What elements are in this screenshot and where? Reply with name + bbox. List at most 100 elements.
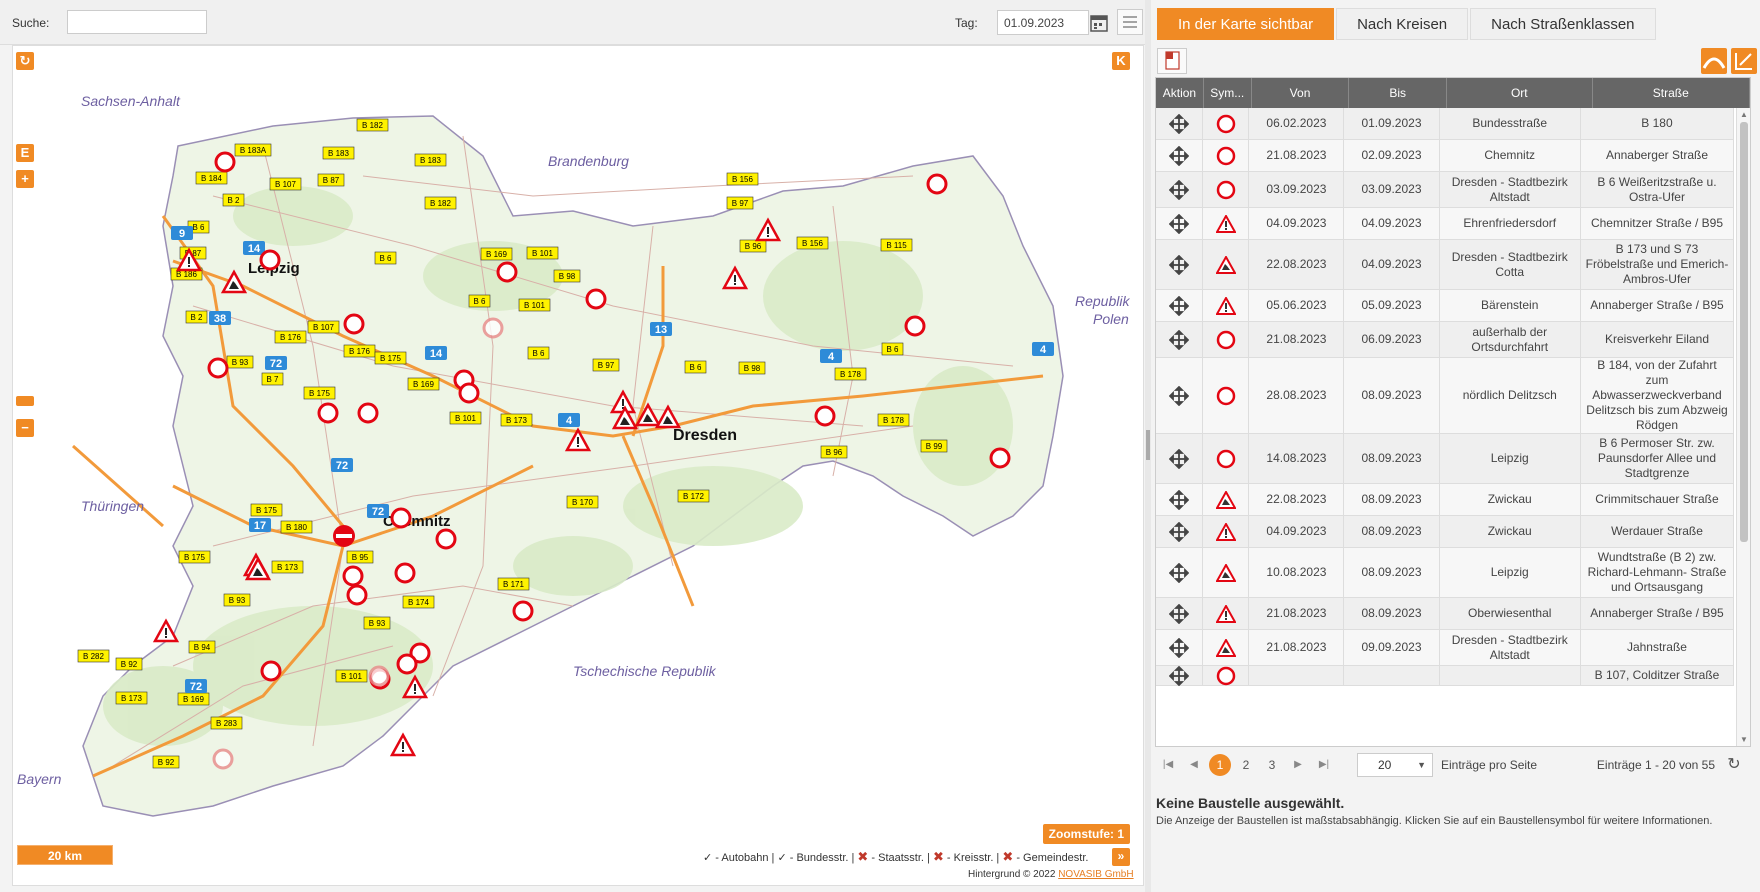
- col-aktion[interactable]: Aktion: [1156, 78, 1204, 108]
- move-icon[interactable]: [1156, 290, 1203, 321]
- search-input[interactable]: [67, 10, 207, 34]
- table-row[interactable]: 14.08.2023 08.09.2023 Leipzig B 6 Permoser …: [1156, 434, 1734, 484]
- page-1[interactable]: 1: [1209, 754, 1231, 776]
- page-3[interactable]: 3: [1261, 754, 1283, 776]
- road-closed-marker[interactable]: [260, 660, 282, 682]
- roadworks-icon[interactable]: [1203, 630, 1250, 665]
- move-icon[interactable]: [1156, 548, 1203, 597]
- move-icon[interactable]: [1156, 208, 1203, 239]
- legend-expand-button[interactable]: »: [1112, 848, 1130, 866]
- calendar-icon[interactable]: [1088, 11, 1110, 35]
- roadworks-icon[interactable]: [1203, 548, 1250, 597]
- splitter-grip[interactable]: [1146, 430, 1150, 460]
- map-e-button[interactable]: E: [16, 144, 34, 162]
- road-closed-marker[interactable]: [212, 748, 234, 770]
- col-ort[interactable]: Ort: [1447, 78, 1593, 108]
- table-row[interactable]: 05.06.2023 05.09.2023 Bärenstein Annaberger…: [1156, 290, 1734, 322]
- table-scrollbar[interactable]: ▲ ▼: [1736, 108, 1750, 746]
- warning-icon[interactable]: [1203, 516, 1250, 547]
- move-icon[interactable]: [1156, 434, 1203, 483]
- road-closed-marker[interactable]: [458, 382, 480, 404]
- table-row[interactable]: 03.09.2023 03.09.2023 Dresden - Stadtbezir…: [1156, 172, 1734, 208]
- table-row[interactable]: 28.08.2023 08.09.2023 nördlich Delitzsch B …: [1156, 358, 1734, 434]
- list-view-icon[interactable]: [1117, 9, 1143, 35]
- col-von[interactable]: Von: [1252, 78, 1350, 108]
- zoom-slider-handle[interactable]: [16, 396, 34, 406]
- road-closed-marker[interactable]: [926, 173, 948, 195]
- tab-by-road-class[interactable]: Nach Straßenklassen: [1470, 8, 1656, 40]
- legend-bundesstr[interactable]: ✓ - Bundesstr. |: [777, 852, 854, 864]
- col-bis[interactable]: Bis: [1349, 78, 1448, 108]
- zoom-in-button[interactable]: +: [16, 170, 34, 188]
- col-symbol[interactable]: Sym...: [1204, 78, 1252, 108]
- legend-kreisstr[interactable]: - Kreisstr. |: [947, 852, 999, 864]
- road-closed-marker[interactable]: [512, 600, 534, 622]
- roadworks-icon[interactable]: [1203, 240, 1250, 289]
- road-closed-marker[interactable]: [259, 249, 281, 271]
- first-page-icon[interactable]: |◀: [1157, 754, 1179, 776]
- road-closed-icon[interactable]: [1203, 108, 1250, 139]
- move-icon[interactable]: [1156, 358, 1203, 433]
- move-icon[interactable]: [1156, 240, 1203, 289]
- warning-icon[interactable]: [1203, 290, 1250, 321]
- move-icon[interactable]: [1156, 516, 1203, 547]
- road-closed-marker[interactable]: [396, 653, 418, 675]
- warning-icon[interactable]: [1203, 598, 1250, 629]
- road-closed-marker[interactable]: [435, 528, 457, 550]
- road-closed-marker[interactable]: [394, 562, 416, 584]
- legend-gemeindestr[interactable]: - Gemeindestr.: [1016, 852, 1088, 864]
- move-icon[interactable]: [1156, 140, 1203, 171]
- road-closed-marker[interactable]: [904, 315, 926, 337]
- attribution-link[interactable]: NOVASIB GmbH: [1058, 869, 1133, 880]
- no-entry-marker[interactable]: [333, 525, 355, 547]
- refresh-map-icon[interactable]: ↻: [16, 52, 34, 70]
- move-icon[interactable]: [1156, 322, 1203, 357]
- road-closed-marker[interactable]: [482, 317, 504, 339]
- road-closed-marker[interactable]: [343, 313, 365, 335]
- tab-by-district[interactable]: Nach Kreisen: [1336, 8, 1469, 40]
- scroll-up-icon[interactable]: ▲: [1740, 110, 1748, 119]
- page-size-select[interactable]: 20 ▼: [1357, 753, 1433, 777]
- last-page-icon[interactable]: ▶|: [1313, 754, 1335, 776]
- road-closed-marker[interactable]: [317, 402, 339, 424]
- table-row[interactable]: 21.08.2023 09.09.2023 Dresden - Stadtbezir…: [1156, 630, 1734, 666]
- road-closed-icon[interactable]: [1203, 358, 1250, 433]
- tab-visible-on-map[interactable]: In der Karte sichtbar: [1157, 8, 1335, 40]
- table-row[interactable]: 10.08.2023 08.09.2023 Leipzig Wundtstraße (…: [1156, 548, 1734, 598]
- prev-page-icon[interactable]: ◀: [1183, 754, 1205, 776]
- zoom-out-button[interactable]: −: [16, 419, 34, 437]
- road-closed-marker[interactable]: [390, 507, 412, 529]
- road-closed-marker[interactable]: [368, 665, 390, 687]
- date-field[interactable]: 01.09.2023: [997, 10, 1089, 35]
- road-closed-marker[interactable]: [814, 405, 836, 427]
- table-row[interactable]: 04.09.2023 08.09.2023 Zwickau Werdauer Stra…: [1156, 516, 1734, 548]
- road-closed-marker[interactable]: [342, 565, 364, 587]
- road-view-icon[interactable]: [1701, 48, 1727, 74]
- move-icon[interactable]: [1156, 484, 1203, 515]
- table-row[interactable]: 21.08.2023 08.09.2023 Oberwiesenthal Annabe…: [1156, 598, 1734, 630]
- map-view[interactable]: Sachsen-Anhalt Brandenburg Republik Pole…: [12, 45, 1144, 886]
- sort-icon[interactable]: [1731, 48, 1757, 74]
- road-closed-marker[interactable]: [989, 447, 1011, 469]
- road-closed-icon[interactable]: [1203, 434, 1250, 483]
- refresh-icon[interactable]: ↻: [1723, 754, 1745, 776]
- legend-autobahn[interactable]: ✓ - Autobahn |: [703, 852, 774, 864]
- table-row[interactable]: 04.09.2023 04.09.2023 Ehrenfriedersdorf Che…: [1156, 208, 1734, 240]
- road-closed-marker[interactable]: [207, 357, 229, 379]
- road-closed-icon[interactable]: [1203, 322, 1250, 357]
- legend-staatsstr[interactable]: - Staatsstr. |: [871, 852, 930, 864]
- scroll-down-icon[interactable]: ▼: [1740, 735, 1748, 744]
- road-closed-marker[interactable]: [214, 151, 236, 173]
- table-row[interactable]: B 107, Colditzer Straße: [1156, 665, 1734, 686]
- table-row[interactable]: 06.02.2023 01.09.2023 Bundesstraße B 180: [1156, 108, 1734, 140]
- pdf-export-icon[interactable]: [1157, 48, 1187, 74]
- table-row[interactable]: 21.08.2023 02.09.2023 Chemnitz Annaberger S…: [1156, 140, 1734, 172]
- road-closed-icon[interactable]: [1203, 666, 1250, 685]
- col-strasse[interactable]: Straße: [1593, 78, 1750, 108]
- move-icon[interactable]: [1156, 598, 1203, 629]
- table-row[interactable]: 22.08.2023 08.09.2023 Zwickau Crimmitschaue…: [1156, 484, 1734, 516]
- next-page-icon[interactable]: ▶: [1287, 754, 1309, 776]
- move-icon[interactable]: [1156, 630, 1203, 665]
- road-closed-marker[interactable]: [346, 584, 368, 606]
- page-2[interactable]: 2: [1235, 754, 1257, 776]
